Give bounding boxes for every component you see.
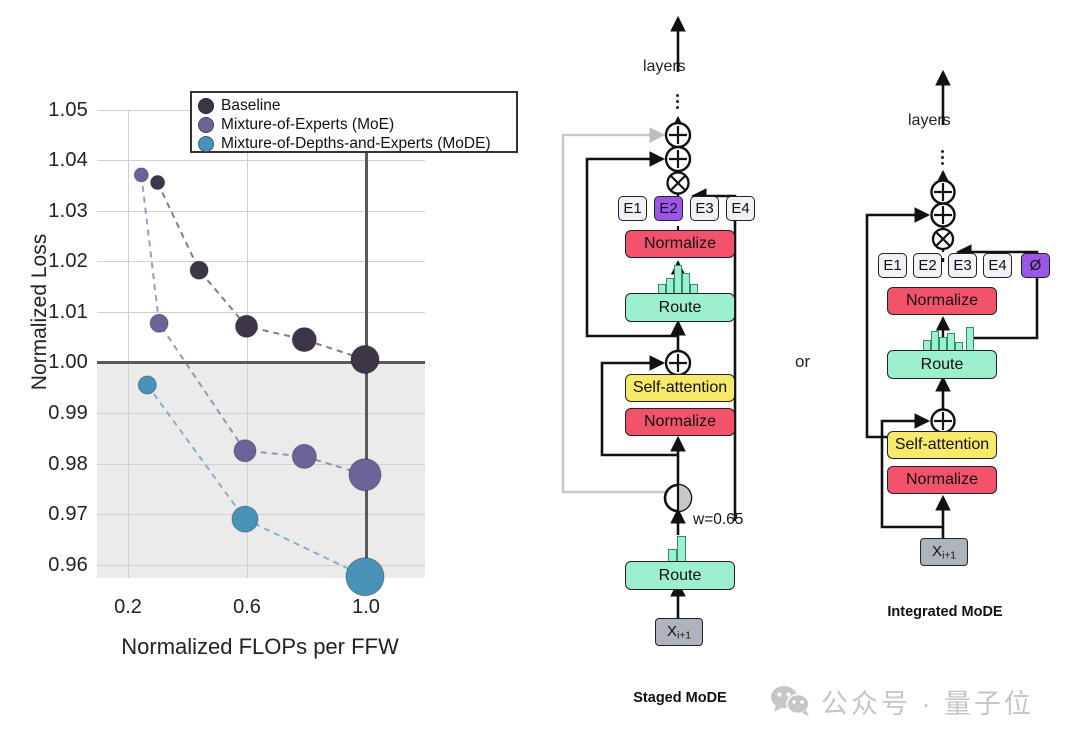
routing-weight-label: w=0.65 bbox=[693, 511, 744, 528]
normalize-label: Normalize bbox=[905, 471, 978, 488]
normalize-label: Normalize bbox=[643, 413, 716, 430]
legend-label: Mixture-of-Depths-and-Experts (MoDE) bbox=[221, 134, 491, 152]
expert-box-e4[interactable]: E4 bbox=[726, 196, 755, 221]
legend-label: Mixture-of-Experts (MoE) bbox=[221, 115, 395, 133]
integrated-mode-diagram: layers E1 E2 E3 E4 Ø Normalize Route Sel… bbox=[825, 0, 1080, 748]
data-point[interactable] bbox=[233, 439, 257, 463]
legend-item-mode: Mixture-of-Depths-and-Experts (MoDE) bbox=[198, 134, 510, 153]
route-block-upper[interactable]: Route bbox=[625, 293, 735, 322]
data-point[interactable] bbox=[291, 327, 317, 353]
expert-box-e2-active[interactable]: E2 bbox=[654, 196, 683, 221]
staged-mode-diagram: layers E1 E2 E3 E4 Normalize Route Self-… bbox=[545, 0, 810, 748]
self-attention-block[interactable]: Self-attention bbox=[625, 374, 735, 402]
expert-label: E4 bbox=[988, 257, 1007, 274]
expert-box-e1[interactable]: E1 bbox=[618, 196, 647, 221]
legend-swatch-icon bbox=[198, 116, 214, 133]
route-label: Route bbox=[658, 566, 702, 584]
chart-legend: Baseline Mixture-of-Experts (MoE) Mixtur… bbox=[190, 91, 518, 153]
wechat-icon bbox=[771, 686, 810, 716]
self-attention-label: Self-attention bbox=[632, 379, 728, 396]
data-point[interactable] bbox=[133, 167, 149, 183]
legend-label: Baseline bbox=[221, 96, 281, 114]
self-attention-block[interactable]: Self-attention bbox=[887, 431, 997, 459]
route-hist-bar bbox=[674, 265, 682, 294]
expert-label: E3 bbox=[695, 200, 714, 217]
series-line-mixture-of-depths-and-experts-mode bbox=[146, 384, 366, 578]
data-point[interactable] bbox=[348, 458, 382, 492]
expert-label: E2 bbox=[659, 200, 678, 217]
route-label: Route bbox=[658, 298, 702, 316]
input-token-box[interactable]: Xi+1 bbox=[655, 618, 703, 646]
layers-label: layers bbox=[908, 112, 951, 129]
data-point[interactable] bbox=[231, 505, 259, 533]
or-connector-label: or bbox=[795, 352, 811, 371]
normalize-block-upper[interactable]: Normalize bbox=[887, 287, 997, 315]
normalize-block-lower[interactable]: Normalize bbox=[625, 408, 735, 436]
route-hist-bar bbox=[931, 331, 939, 352]
watermark-text: 公众号 · 量子位 bbox=[821, 688, 1034, 719]
series-line-baseline bbox=[156, 182, 366, 361]
legend-swatch-icon bbox=[198, 135, 214, 152]
data-point[interactable] bbox=[149, 313, 169, 333]
data-point[interactable] bbox=[291, 443, 317, 469]
data-point[interactable] bbox=[345, 557, 385, 597]
expert-label: E2 bbox=[918, 257, 937, 274]
self-attention-label: Self-attention bbox=[894, 436, 990, 453]
route-hist-bar bbox=[666, 278, 674, 294]
null-expert-label: Ø bbox=[1029, 257, 1042, 274]
expert-box-e4[interactable]: E4 bbox=[983, 253, 1012, 278]
legend-swatch-icon bbox=[198, 97, 214, 114]
route-label: Route bbox=[920, 355, 964, 373]
expert-label: E3 bbox=[953, 257, 972, 274]
data-point[interactable] bbox=[350, 345, 380, 374]
legend-item-baseline: Baseline bbox=[198, 96, 510, 115]
expert-box-e2[interactable]: E2 bbox=[913, 253, 942, 278]
staged-mode-caption: Staged MoDE bbox=[633, 690, 727, 706]
data-point[interactable] bbox=[189, 260, 209, 280]
legend-item-moe: Mixture-of-Experts (MoE) bbox=[198, 115, 510, 134]
route-hist-bar bbox=[966, 327, 974, 352]
vertical-ellipsis-icon bbox=[676, 94, 679, 109]
route-hist-bar bbox=[677, 536, 686, 563]
normalize-block-lower[interactable]: Normalize bbox=[887, 466, 997, 494]
data-point[interactable] bbox=[150, 175, 166, 190]
input-token-label: Xi+1 bbox=[667, 622, 691, 642]
normalize-label: Normalize bbox=[643, 235, 716, 252]
vertical-ellipsis-icon bbox=[941, 150, 944, 165]
expert-box-e3[interactable]: E3 bbox=[690, 196, 719, 221]
normalize-label: Normalize bbox=[905, 292, 978, 309]
route-block[interactable]: Route bbox=[887, 350, 997, 379]
data-point[interactable] bbox=[235, 314, 258, 338]
route-hist-bar bbox=[682, 273, 690, 294]
normalize-block-upper[interactable]: Normalize bbox=[625, 230, 735, 258]
expert-box-e3[interactable]: E3 bbox=[948, 253, 977, 278]
normalized-loss-chart: 1.05 1.04 1.03 1.02 1.01 1.00 0.99 0.98 … bbox=[0, 0, 545, 748]
expert-box-null-active[interactable]: Ø bbox=[1021, 253, 1050, 278]
watermark: 公众号 · 量子位 bbox=[770, 678, 1070, 724]
route-block-bottom[interactable]: Route bbox=[625, 561, 735, 590]
expert-box-e1[interactable]: E1 bbox=[878, 253, 907, 278]
input-token-label: Xi+1 bbox=[932, 542, 956, 562]
expert-label: E4 bbox=[731, 200, 750, 217]
layers-label: layers bbox=[643, 58, 686, 75]
expert-label: E1 bbox=[623, 200, 642, 217]
input-token-box[interactable]: Xi+1 bbox=[920, 538, 968, 566]
integrated-mode-caption: Integrated MoDE bbox=[887, 604, 1003, 620]
expert-label: E1 bbox=[883, 257, 902, 274]
data-point[interactable] bbox=[137, 375, 157, 395]
